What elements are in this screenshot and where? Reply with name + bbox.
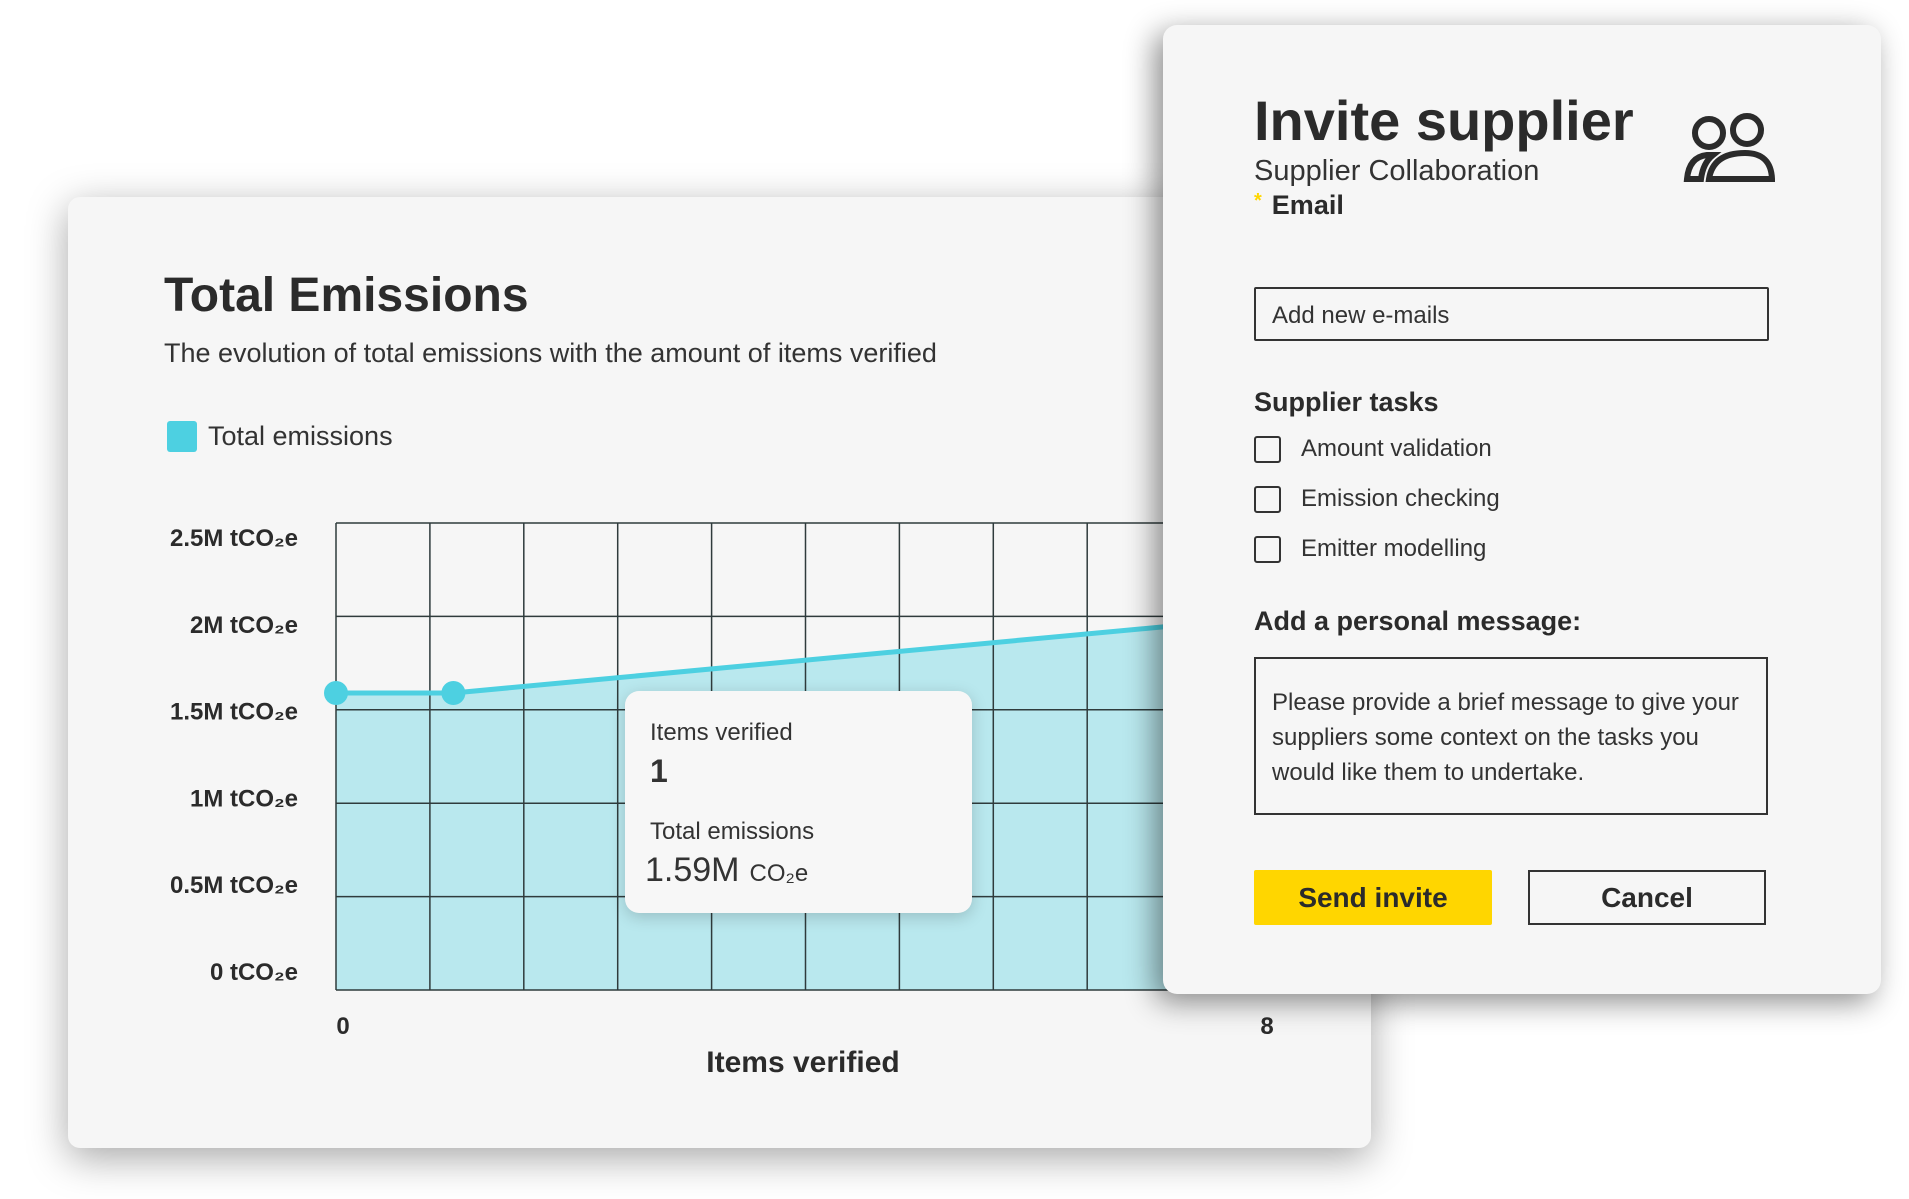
y-tick-label: 2M tCO₂e (190, 612, 298, 639)
invite-supplier-dialog: Invite supplier Supplier Collaboration *… (1163, 25, 1881, 994)
email-input[interactable]: Add new e-mails (1254, 287, 1769, 341)
y-tick-label: 0 tCO₂e (210, 959, 298, 986)
task-emission-checking[interactable]: Emission checking (1254, 485, 1500, 513)
tooltip-emissions-unit: CO₂e (749, 860, 809, 887)
task-label: Amount validation (1301, 435, 1492, 462)
task-label: Emission checking (1301, 485, 1500, 512)
y-tick-label: 2.5M tCO₂e (170, 525, 298, 552)
data-point (441, 680, 466, 705)
x-axis-label: Items verified (706, 1046, 899, 1079)
y-tick-label: 1.5M tCO₂e (170, 699, 298, 726)
tooltip-emissions-value: 1.59M CO₂e (645, 851, 808, 890)
send-invite-button[interactable]: Send invite (1254, 870, 1492, 925)
task-label: Emitter modelling (1301, 535, 1487, 562)
chart-tooltip: Items verified 1 Total emissions 1.59M CO… (625, 691, 972, 913)
email-label: * Email (1254, 190, 1344, 221)
tooltip-items-label: Items verified (650, 719, 793, 746)
personal-message-label: Add a personal message: (1254, 606, 1582, 636)
users-icon (1683, 113, 1775, 182)
tooltip-emissions-number: 1.59M (645, 851, 740, 889)
data-point (324, 680, 348, 705)
checkbox[interactable] (1254, 485, 1281, 513)
checkbox[interactable] (1254, 435, 1281, 463)
dialog-subtitle: Supplier Collaboration (1254, 155, 1540, 187)
checkbox[interactable] (1254, 535, 1281, 563)
y-tick-label: 1M tCO₂e (190, 785, 298, 812)
dialog-title: Invite supplier (1254, 89, 1634, 152)
task-amount-validation[interactable]: Amount validation (1254, 435, 1492, 463)
supplier-tasks-label: Supplier tasks (1254, 387, 1439, 417)
required-mark: * (1254, 190, 1262, 212)
tooltip-emissions-label: Total emissions (650, 818, 815, 845)
task-emitter-modelling[interactable]: Emitter modelling (1254, 535, 1486, 563)
y-tick-label: 0.5M tCO₂e (170, 872, 298, 899)
x-tick-label: 8 (1260, 1013, 1273, 1040)
tooltip-items-value: 1 (650, 753, 668, 789)
personal-message-input[interactable]: Please provide a brief message to give y… (1254, 657, 1768, 815)
email-label-text: Email (1271, 190, 1344, 220)
cancel-button[interactable]: Cancel (1528, 870, 1766, 925)
x-tick-label: 0 (336, 1013, 349, 1040)
